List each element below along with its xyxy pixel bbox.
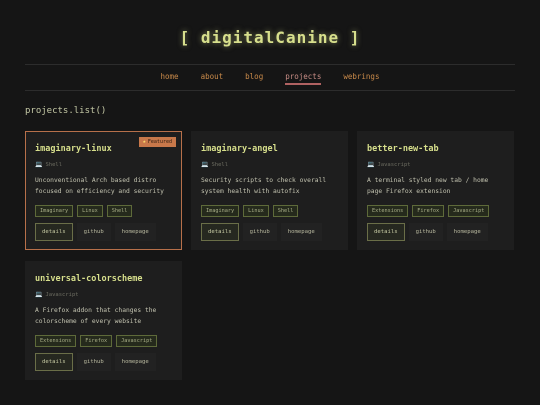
nav-webrings[interactable]: webrings (343, 72, 379, 85)
project-tags: Imaginary Linux Shell (35, 205, 172, 217)
section-heading: projects.list() (25, 106, 107, 116)
project-tags: Extensions Firefox Javascript (367, 205, 504, 217)
nav-blog[interactable]: blog (245, 72, 263, 85)
tag: Javascript (116, 335, 158, 347)
featured-badge-label: Featured (147, 139, 172, 145)
project-actions: details github homepage (35, 353, 172, 371)
homepage-link[interactable]: homepage (280, 223, 322, 241)
github-link[interactable]: github (408, 223, 443, 241)
project-card: universal-colorscheme 💻 Javascript A Fir… (25, 261, 182, 380)
header-divider (25, 64, 515, 65)
project-card: better-new-tab 💻 Javascript A terminal s… (357, 131, 514, 250)
tag: Extensions (367, 205, 409, 217)
project-title: universal-colorscheme (35, 274, 143, 284)
laptop-icon: 💻 (201, 161, 209, 168)
tag: Firefox (80, 335, 113, 347)
featured-badge: ★ Featured (138, 137, 176, 147)
project-actions: details github homepage (201, 223, 338, 241)
project-actions: details github homepage (35, 223, 172, 241)
nav-projects[interactable]: projects (285, 72, 322, 85)
details-button[interactable]: details (201, 223, 239, 241)
nav-divider (25, 90, 515, 91)
project-tags: Imaginary Linux Shell (201, 205, 338, 217)
site-title: [ digitalCanine ] (179, 28, 361, 47)
project-language-label: Shell (45, 161, 63, 168)
project-language: 💻 Javascript (35, 291, 172, 298)
project-language: 💻 Javascript (367, 161, 504, 168)
tag: Shell (272, 205, 299, 217)
tag: Extensions (35, 335, 77, 347)
github-link[interactable]: github (242, 223, 277, 241)
tag: Linux (77, 205, 103, 217)
project-language: 💻 Shell (201, 161, 338, 168)
laptop-icon: 💻 (367, 161, 375, 168)
details-button[interactable]: details (367, 223, 405, 241)
project-title: better-new-tab (367, 144, 439, 154)
tag: Shell (106, 205, 133, 217)
project-language: 💻 Shell (35, 161, 172, 168)
project-language-label: Javascript (45, 291, 79, 298)
tag: Linux (243, 205, 269, 217)
tag: Javascript (448, 205, 490, 217)
laptop-icon: 💻 (35, 291, 43, 298)
github-link[interactable]: github (76, 353, 111, 371)
tag: Firefox (412, 205, 445, 217)
details-button[interactable]: details (35, 353, 73, 371)
details-button[interactable]: details (35, 223, 73, 241)
tag: Imaginary (201, 205, 240, 217)
project-description: Unconventional Arch based distro focused… (35, 177, 164, 195)
project-actions: details github homepage (367, 223, 504, 241)
github-link[interactable]: github (76, 223, 111, 241)
project-description: Security scripts to check overall system… (201, 177, 327, 195)
laptop-icon: 💻 (35, 161, 43, 168)
project-tags: Extensions Firefox Javascript (35, 335, 172, 347)
project-title: imaginary-angel (201, 144, 278, 154)
project-card: ★ Featured imaginary-linux 💻 Shell Uncon… (25, 131, 182, 250)
main-nav: home about blog projects webrings (25, 72, 515, 85)
project-description: A terminal styled new tab / home page Fi… (367, 177, 489, 195)
project-description: A Firefox addon that changes the colorsc… (35, 307, 157, 325)
star-icon: ★ (142, 139, 146, 145)
homepage-link[interactable]: homepage (446, 223, 488, 241)
nav-about[interactable]: about (201, 72, 224, 85)
project-language-label: Javascript (377, 161, 411, 168)
homepage-link[interactable]: homepage (114, 223, 156, 241)
project-language-label: Shell (211, 161, 229, 168)
nav-home[interactable]: home (161, 72, 179, 85)
tag: Imaginary (35, 205, 74, 217)
homepage-link[interactable]: homepage (114, 353, 156, 371)
project-card: imaginary-angel 💻 Shell Security scripts… (191, 131, 348, 250)
